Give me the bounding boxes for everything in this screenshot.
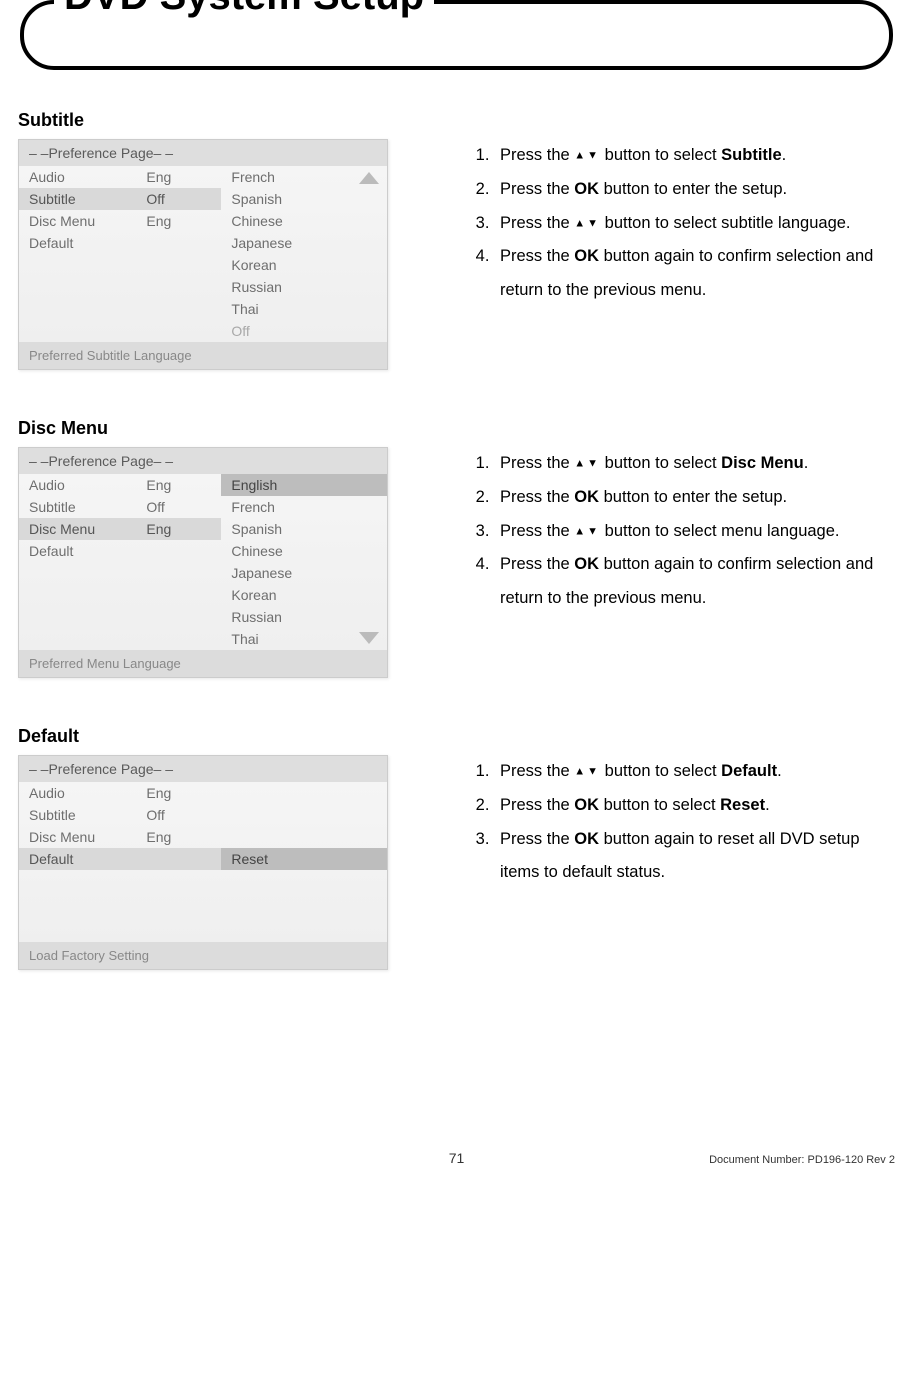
pref-row: Default: [19, 848, 221, 870]
step: Press the ▲▼ button to select subtitle l…: [494, 207, 895, 241]
step: Press the ▲▼ button to select Subtitle.: [494, 139, 895, 173]
up-down-icon: ▲▼: [574, 525, 600, 537]
pref-row: Default: [19, 540, 221, 562]
step: Press the OK button again to confirm sel…: [494, 548, 895, 616]
up-down-icon: ▲▼: [574, 217, 600, 229]
option-row: Chinese: [221, 210, 387, 232]
pref-row: SubtitleOff: [19, 188, 221, 210]
option-row: Russian: [221, 606, 387, 628]
left-column: AudioEng SubtitleOff Disc MenuEng Defaul…: [19, 782, 221, 942]
right-column: English French Spanish Chinese Japanese …: [221, 474, 387, 650]
preference-panel: – –Preference Page– – AudioEng SubtitleO…: [18, 447, 388, 678]
page-footer: 71 Document Number: PD196-120 Rev 2: [18, 1150, 895, 1166]
page-number: 71: [310, 1150, 602, 1166]
panel-footer: Preferred Subtitle Language: [19, 342, 387, 369]
section-disc-menu: Disc Menu – –Preference Page– – AudioEng…: [18, 418, 895, 678]
option-spacer: [221, 782, 387, 804]
option-row: Japanese: [221, 562, 387, 584]
instructions: Press the ▲▼ button to select Default. P…: [468, 755, 895, 890]
up-down-icon: ▲▼: [574, 765, 600, 777]
step: Press the OK button to select Reset.: [494, 789, 895, 823]
panel-footer: Preferred Menu Language: [19, 650, 387, 677]
instructions: Press the ▲▼ button to select Subtitle. …: [468, 139, 895, 308]
step: Press the ▲▼ button to select Default.: [494, 755, 895, 789]
pref-row: Default: [19, 232, 221, 254]
option-row: Korean: [221, 254, 387, 276]
option-row: Japanese: [221, 232, 387, 254]
step: Press the ▲▼ button to select menu langu…: [494, 515, 895, 549]
section-default: Default – –Preference Page– – AudioEng S…: [18, 726, 895, 970]
pref-row: AudioEng: [19, 166, 221, 188]
section-heading: Default: [18, 726, 895, 747]
pref-row: Disc MenuEng: [19, 210, 221, 232]
instructions: Press the ▲▼ button to select Disc Menu.…: [468, 447, 895, 616]
panel-footer: Load Factory Setting: [19, 942, 387, 969]
step: Press the OK button again to reset all D…: [494, 823, 895, 891]
pref-row: Disc MenuEng: [19, 826, 221, 848]
step: Press the ▲▼ button to select Disc Menu.: [494, 447, 895, 481]
left-column: AudioEng SubtitleOff Disc MenuEng Defaul…: [19, 166, 221, 342]
scroll-up-icon: [359, 172, 379, 184]
option-row: Russian: [221, 276, 387, 298]
option-row: Off: [221, 320, 387, 342]
scroll-down-icon: [359, 632, 379, 644]
section-heading: Disc Menu: [18, 418, 895, 439]
up-down-icon: ▲▼: [574, 149, 600, 161]
step: Press the OK button to enter the setup.: [494, 481, 895, 515]
option-row: Chinese: [221, 540, 387, 562]
right-column: Reset: [221, 782, 387, 942]
option-row: Spanish: [221, 188, 387, 210]
option-row: Reset: [221, 848, 387, 870]
option-row: Thai: [221, 298, 387, 320]
pref-row: SubtitleOff: [19, 496, 221, 518]
title-frame: DVD System Setup: [20, 0, 893, 70]
pref-row: AudioEng: [19, 474, 221, 496]
document-number: Document Number: PD196-120 Rev 2: [603, 1154, 895, 1166]
right-column: French Spanish Chinese Japanese Korean R…: [221, 166, 387, 342]
option-row: English: [221, 474, 387, 496]
option-spacer: [221, 804, 387, 826]
up-down-icon: ▲▼: [574, 457, 600, 469]
step: Press the OK button to enter the setup.: [494, 173, 895, 207]
option-row: Spanish: [221, 518, 387, 540]
panel-title: – –Preference Page– –: [19, 140, 387, 166]
option-row: French: [221, 496, 387, 518]
section-heading: Subtitle: [18, 110, 895, 131]
option-spacer: [221, 826, 387, 848]
preference-panel: – –Preference Page– – AudioEng SubtitleO…: [18, 755, 388, 970]
option-row: Korean: [221, 584, 387, 606]
preference-panel: – –Preference Page– – AudioEng SubtitleO…: [18, 139, 388, 370]
section-subtitle: Subtitle – –Preference Page– – AudioEng …: [18, 110, 895, 370]
pref-row: Disc MenuEng: [19, 518, 221, 540]
pref-row: SubtitleOff: [19, 804, 221, 826]
panel-title: – –Preference Page– –: [19, 448, 387, 474]
panel-title: – –Preference Page– –: [19, 756, 387, 782]
page-title: DVD System Setup: [54, 0, 434, 19]
left-column: AudioEng SubtitleOff Disc MenuEng Defaul…: [19, 474, 221, 650]
pref-row: AudioEng: [19, 782, 221, 804]
step: Press the OK button again to confirm sel…: [494, 240, 895, 308]
